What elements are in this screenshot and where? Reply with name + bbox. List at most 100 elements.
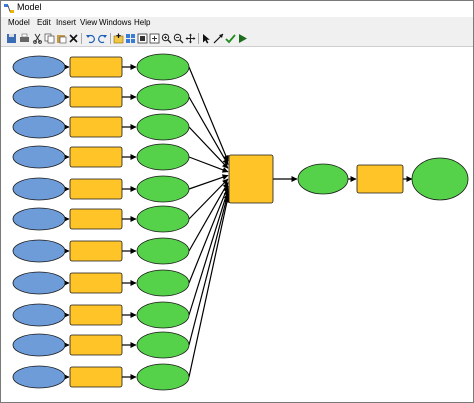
boolean-tool[interactable] xyxy=(356,164,404,194)
reclassify-tool-shape xyxy=(69,86,123,108)
full-extent-icon[interactable] xyxy=(137,33,148,44)
input-dataset[interactable] xyxy=(12,303,66,327)
input-dataset[interactable] xyxy=(12,55,66,79)
model-app-icon xyxy=(4,4,14,13)
menu-bar: Model Edit Insert View Windows Help xyxy=(1,17,473,31)
menu-help[interactable]: Help xyxy=(134,18,150,27)
input-dataset[interactable] xyxy=(12,85,66,109)
suitable-barley-output[interactable] xyxy=(297,163,349,195)
reclassified-output[interactable] xyxy=(136,331,190,359)
reclassified-output-shape xyxy=(136,143,190,171)
reclassify-tool-shape xyxy=(69,366,123,388)
weighted-overlay-tool-shape xyxy=(228,154,274,204)
zoom-out-icon[interactable] xyxy=(173,33,184,44)
reclassify-tool[interactable] xyxy=(69,208,123,230)
reclassified-output[interactable] xyxy=(136,269,190,297)
reclassified-output-shape xyxy=(136,175,190,203)
input-dataset[interactable] xyxy=(12,271,66,295)
delete-icon[interactable] xyxy=(68,33,79,44)
model-diagram xyxy=(12,53,469,391)
input-dataset[interactable] xyxy=(12,365,66,389)
zoom-in-icon[interactable] xyxy=(161,33,172,44)
auto-layout-icon[interactable] xyxy=(125,33,136,44)
reclassify-tool-shape xyxy=(69,56,123,78)
input-dataset[interactable] xyxy=(12,333,66,357)
menu-windows[interactable]: Windows xyxy=(99,18,131,27)
weighted-overlay-tool[interactable] xyxy=(228,154,274,204)
reclassified-output[interactable] xyxy=(136,363,190,391)
run-icon[interactable] xyxy=(237,33,248,44)
input-dataset[interactable] xyxy=(12,115,66,139)
reclassify-tool-shape xyxy=(69,208,123,230)
connector xyxy=(188,96,229,166)
toolbar-separator xyxy=(110,33,111,44)
menu-insert[interactable]: Insert xyxy=(56,18,76,27)
connector xyxy=(188,196,230,378)
reclassified-output[interactable] xyxy=(136,83,190,111)
reclassify-tool[interactable] xyxy=(69,116,123,138)
select-icon[interactable] xyxy=(201,33,212,44)
input-dataset-shape xyxy=(12,207,66,231)
reclassified-output-shape xyxy=(136,83,190,111)
reclassified-output-shape xyxy=(136,331,190,359)
reclassify-tool[interactable] xyxy=(69,178,123,200)
redo-icon[interactable] xyxy=(97,33,108,44)
reclassified-output[interactable] xyxy=(136,175,190,203)
reclassify-tool[interactable] xyxy=(69,86,123,108)
add-data-icon[interactable] xyxy=(113,33,124,44)
input-dataset[interactable] xyxy=(12,239,66,263)
undo-icon[interactable] xyxy=(85,33,96,44)
connector xyxy=(188,174,229,190)
cut-icon[interactable] xyxy=(32,33,43,44)
suitable-barley-output-shape xyxy=(297,163,349,195)
reclassified-output[interactable] xyxy=(136,113,190,141)
reclassify-tool-shape xyxy=(69,146,123,168)
menu-edit[interactable]: Edit xyxy=(37,18,51,27)
reclassify-tool[interactable] xyxy=(69,240,123,262)
copy-icon[interactable] xyxy=(44,33,55,44)
reclassify-tool[interactable] xyxy=(69,366,123,388)
optimum-suitable-barley-output-shape xyxy=(411,157,469,201)
reclassified-output[interactable] xyxy=(136,143,190,171)
reclassified-output-shape xyxy=(136,205,190,233)
reclassify-tool[interactable] xyxy=(69,146,123,168)
input-dataset[interactable] xyxy=(12,145,66,169)
validate-icon[interactable] xyxy=(225,33,236,44)
input-dataset-shape xyxy=(12,239,66,263)
reclassify-tool[interactable] xyxy=(69,56,123,78)
reclassify-tool-shape xyxy=(69,240,123,262)
connect-icon[interactable] xyxy=(213,33,224,44)
window-title: Model xyxy=(17,2,42,12)
reclassified-output[interactable] xyxy=(136,205,190,233)
model-window: Model Model Edit Insert View Windows Hel… xyxy=(0,0,474,403)
reclassified-output-shape xyxy=(136,301,190,329)
input-dataset-shape xyxy=(12,145,66,169)
menu-model[interactable]: Model xyxy=(8,18,30,27)
toolbar-separator xyxy=(81,33,82,44)
save-icon[interactable] xyxy=(6,33,17,44)
input-dataset-shape xyxy=(12,55,66,79)
reclassify-tool-shape xyxy=(69,304,123,326)
input-dataset-shape xyxy=(12,333,66,357)
reclassified-output[interactable] xyxy=(136,301,190,329)
paste-icon[interactable] xyxy=(56,33,67,44)
reclassified-output[interactable] xyxy=(136,237,190,265)
fixed-zoom-icon[interactable] xyxy=(149,33,160,44)
reclassify-tool[interactable] xyxy=(69,304,123,326)
input-dataset[interactable] xyxy=(12,177,66,201)
optimum-suitable-barley-output[interactable] xyxy=(411,157,469,201)
toolbar-separator xyxy=(198,33,199,44)
input-dataset-shape xyxy=(12,303,66,327)
model-canvas[interactable] xyxy=(1,47,473,402)
boolean-tool-shape xyxy=(356,164,404,194)
pan-icon[interactable] xyxy=(185,33,196,44)
reclassify-tool[interactable] xyxy=(69,272,123,294)
input-dataset-shape xyxy=(12,365,66,389)
input-dataset[interactable] xyxy=(12,207,66,231)
reclassify-tool-shape xyxy=(69,272,123,294)
print-icon[interactable] xyxy=(19,33,30,44)
reclassify-tool-shape xyxy=(69,334,123,356)
menu-view[interactable]: View xyxy=(80,18,97,27)
reclassified-output[interactable] xyxy=(136,53,190,81)
reclassify-tool[interactable] xyxy=(69,334,123,356)
